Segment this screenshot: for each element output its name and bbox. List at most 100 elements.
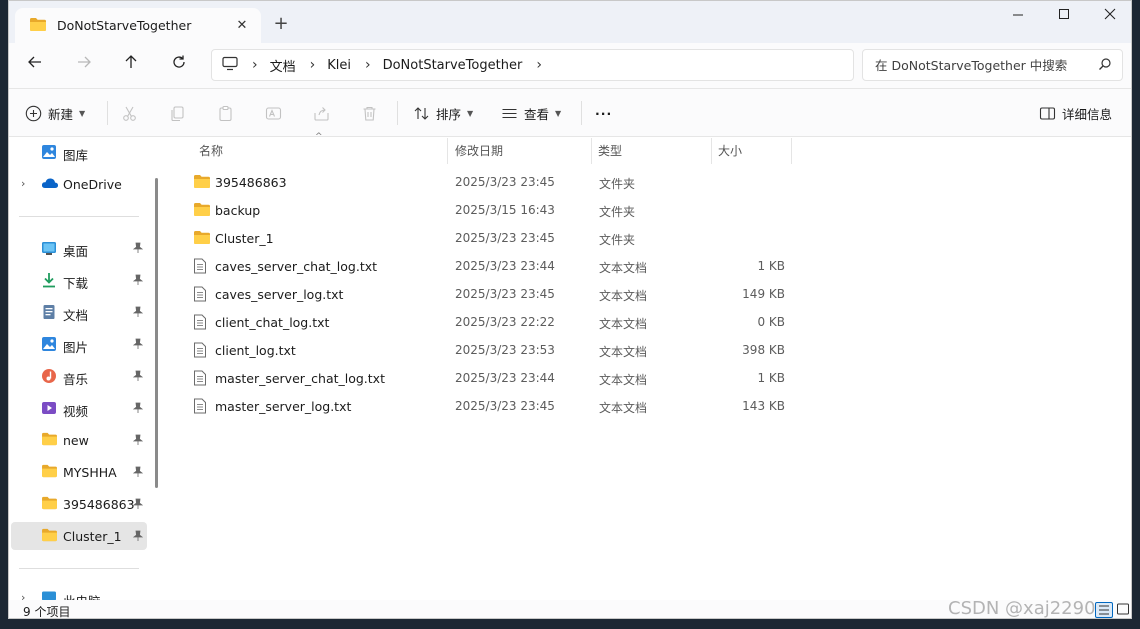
sidebar-item-myshha[interactable]: MYSHHA <box>9 458 149 486</box>
monitor-icon[interactable] <box>222 56 238 74</box>
file-date: 2025/3/23 23:44 <box>455 371 555 385</box>
file-row[interactable]: master_server_chat_log.txt 2025/3/23 23:4… <box>185 364 1105 392</box>
sidebar-scrollbar[interactable] <box>155 178 158 488</box>
breadcrumb-klei[interactable]: Klei <box>327 58 351 73</box>
sidebar-item-pictures[interactable]: 图片 <box>9 330 149 358</box>
column-divider[interactable] <box>791 138 792 164</box>
paste-button[interactable] <box>217 101 234 125</box>
forward-button[interactable] <box>70 53 98 77</box>
pin-icon[interactable] <box>132 466 144 481</box>
tiles-view-button[interactable] <box>1115 602 1131 618</box>
sidebar-item-gallery[interactable]: 图库 <box>9 138 149 166</box>
file-explorer-window: DoNotStarveTogether ✕ + › 文档 › Klei › Do… <box>8 0 1132 619</box>
pin-icon[interactable] <box>132 402 144 417</box>
sidebar-item-new[interactable]: new <box>9 426 149 454</box>
file-row[interactable]: backup 2025/3/15 16:43 文件夹 <box>185 196 1105 224</box>
view-button-label: 查看 <box>524 106 550 122</box>
pin-icon[interactable] <box>132 370 144 385</box>
pin-icon[interactable] <box>132 306 144 321</box>
delete-button[interactable] <box>361 101 378 125</box>
sidebar-item-label: 此电脑 <box>63 591 101 600</box>
file-date: 2025/3/23 23:44 <box>455 259 555 273</box>
scissors-icon <box>123 106 136 121</box>
watermark-text: CSDN @xaj2290 <box>948 598 1096 619</box>
sidebar-item-label: new <box>63 433 89 448</box>
file-type: 文件夹 <box>599 205 636 219</box>
navigation-pane: 图库 › OneDrive 桌面 下载 文档 图片 音乐 视频 new MYSH… <box>9 138 157 600</box>
sort-ascending-icon: ^ <box>315 132 323 142</box>
file-row[interactable]: Cluster_1 2025/3/23 23:45 文件夹 <box>185 224 1105 252</box>
breadcrumb-donotstarvetogether[interactable]: DoNotStarveTogether <box>383 58 523 73</box>
rename-button[interactable] <box>265 101 282 125</box>
file-size: 1 KB <box>757 371 785 385</box>
pin-icon[interactable] <box>132 530 144 545</box>
column-divider[interactable] <box>711 138 712 164</box>
share-button[interactable] <box>313 101 330 125</box>
view-button[interactable]: 查看 ▼ <box>501 101 561 125</box>
details-button[interactable]: 详细信息 <box>1039 101 1112 125</box>
chevron-right-icon[interactable]: › <box>536 57 542 73</box>
breadcrumb-documents[interactable]: 文档 <box>270 56 296 75</box>
text-file-icon <box>193 286 207 305</box>
maximize-button[interactable] <box>1041 7 1087 27</box>
file-date: 2025/3/23 23:53 <box>455 343 555 357</box>
pin-icon[interactable] <box>132 498 144 513</box>
pin-icon[interactable] <box>132 338 144 353</box>
sidebar-item-documents[interactable]: 文档 <box>9 298 149 326</box>
search-input[interactable] <box>863 50 1083 80</box>
sidebar-item-label: 桌面 <box>63 244 89 259</box>
sidebar-item-videos[interactable]: 视频 <box>9 394 149 422</box>
new-tab-button[interactable]: + <box>271 13 291 34</box>
column-header-size[interactable]: 大小 <box>718 138 742 164</box>
search-icon[interactable] <box>1098 57 1112 74</box>
new-button[interactable]: 新建 ▼ <box>25 101 85 125</box>
more-options-button[interactable]: ··· <box>595 101 612 125</box>
file-row[interactable]: client_log.txt 2025/3/23 23:53 文本文档 398 KB <box>185 336 1105 364</box>
pin-icon[interactable] <box>132 274 144 289</box>
search-box[interactable] <box>862 49 1123 81</box>
chevron-right-icon[interactable]: › <box>365 57 371 73</box>
column-header-name[interactable]: 名称 <box>199 138 223 164</box>
sidebar-item-395486863[interactable]: 395486863 <box>9 490 149 518</box>
close-window-button[interactable] <box>1087 7 1131 27</box>
file-row[interactable]: 395486863 2025/3/23 23:45 文件夹 <box>185 168 1105 196</box>
column-divider[interactable] <box>591 138 592 164</box>
address-bar[interactable]: › 文档 › Klei › DoNotStarveTogether › <box>211 49 854 81</box>
sidebar-item-desktop[interactable]: 桌面 <box>9 234 149 262</box>
file-row[interactable]: caves_server_log.txt 2025/3/23 23:45 文本文档 1… <box>185 280 1105 308</box>
sidebar-item-this-pc[interactable]: › 此电脑 <box>9 584 149 600</box>
copy-button[interactable] <box>169 101 186 125</box>
file-row[interactable]: client_chat_log.txt 2025/3/23 22:22 文本文档 0 … <box>185 308 1105 336</box>
tab-donotstarvetogether[interactable]: DoNotStarveTogether ✕ <box>15 8 261 43</box>
chevron-right-icon[interactable]: › <box>21 177 25 190</box>
refresh-button[interactable] <box>165 53 193 77</box>
pin-icon[interactable] <box>132 242 144 257</box>
text-file-icon <box>193 370 207 389</box>
sidebar-item-label: OneDrive <box>63 177 122 192</box>
sort-button[interactable]: 排序 ▼ <box>413 101 473 125</box>
chevron-right-icon[interactable]: › <box>21 591 25 600</box>
minimize-button[interactable] <box>995 7 1041 27</box>
pin-icon[interactable] <box>132 434 144 449</box>
file-size: 143 KB <box>742 399 785 413</box>
details-view-button[interactable] <box>1095 602 1113 618</box>
folder-icon <box>193 174 211 192</box>
sidebar-item-downloads[interactable]: 下载 <box>9 266 149 294</box>
chevron-right-icon[interactable]: › <box>310 57 316 73</box>
sidebar-item-onedrive[interactable]: › OneDrive <box>9 170 149 198</box>
file-name: master_server_chat_log.txt <box>215 371 385 386</box>
sidebar-item-cluster-1[interactable]: Cluster_1 <box>11 522 147 550</box>
text-file-icon <box>193 342 207 361</box>
up-button[interactable] <box>117 53 145 77</box>
chevron-right-icon[interactable]: › <box>252 57 258 73</box>
column-divider[interactable] <box>447 138 448 164</box>
file-row[interactable]: master_server_log.txt 2025/3/23 23:45 文本文档… <box>185 392 1105 420</box>
file-row[interactable]: caves_server_chat_log.txt 2025/3/23 23:44… <box>185 252 1105 280</box>
chevron-down-icon: ▼ <box>79 108 86 118</box>
column-header-date[interactable]: 修改日期 <box>455 138 503 164</box>
close-tab-icon[interactable]: ✕ <box>227 18 257 33</box>
column-header-type[interactable]: 类型 <box>598 138 622 164</box>
cut-button[interactable] <box>121 101 138 125</box>
back-button[interactable] <box>21 53 49 77</box>
sidebar-item-music[interactable]: 音乐 <box>9 362 149 390</box>
